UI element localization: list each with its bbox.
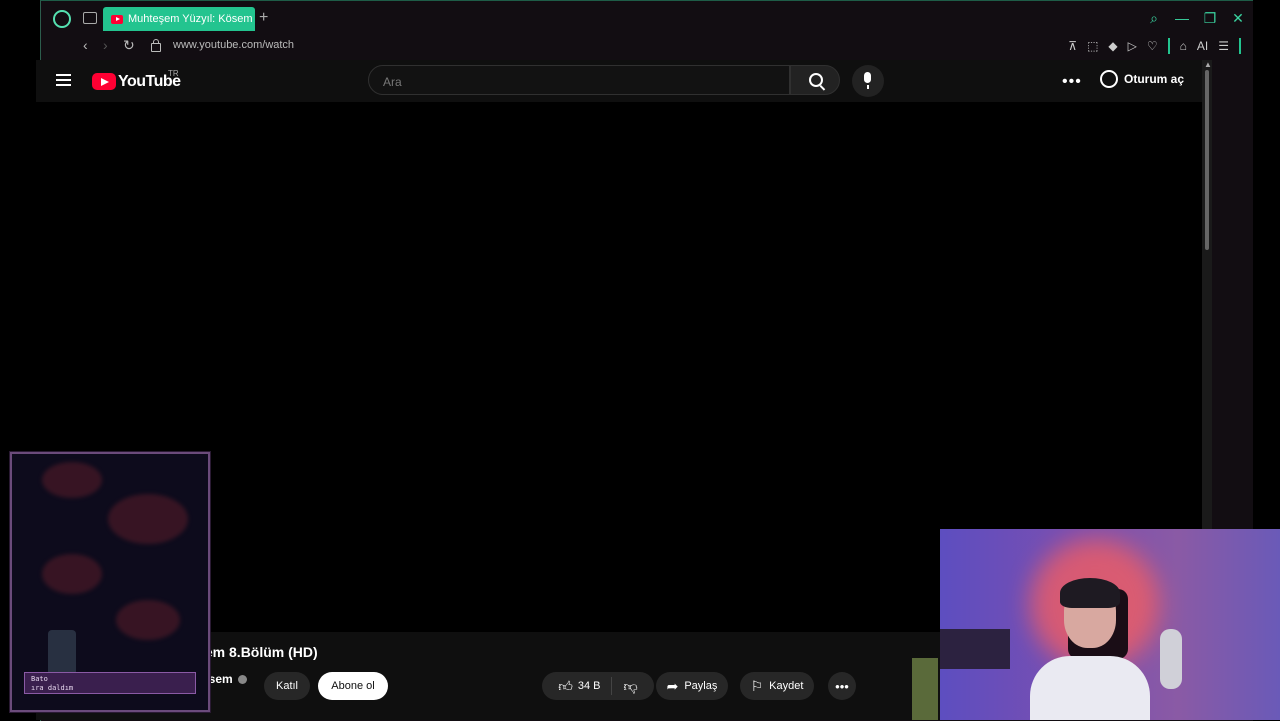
voice-search-button[interactable] [852, 65, 884, 97]
back-icon[interactable]: ‹ [83, 37, 88, 53]
new-tab-button[interactable]: + [259, 9, 268, 27]
tab-youtube[interactable]: Muhteşem Yüzyıl: Kösem 8 [103, 7, 255, 31]
ai-icon[interactable]: AI [1197, 39, 1208, 53]
shield-icon[interactable]: ◆ [1108, 39, 1117, 53]
streamer [1030, 574, 1150, 720]
search-icon[interactable]: ⌕ [1145, 9, 1163, 27]
dislike-icon[interactable]: 👎︎ [618, 678, 644, 695]
snapshot-icon[interactable]: ⬚ [1087, 39, 1098, 53]
overlay-chat-chip: Bato ıra daldım [24, 672, 196, 694]
address-bar: ‹ › ↻ www.youtube.com/watch ⊼ ⬚ ◆ ▷ ♡ ⌂ … [41, 35, 1253, 57]
url-field[interactable]: www.youtube.com/watch [173, 39, 294, 51]
overlay-flower [108, 494, 188, 544]
reload-icon[interactable]: ↻ [123, 37, 135, 54]
streamer-body [1030, 656, 1150, 720]
save-icon: ⚐ [750, 677, 764, 694]
minimize-icon[interactable]: — [1173, 9, 1191, 27]
tab-manager-icon[interactable] [83, 12, 97, 24]
like-dislike-group: 👍︎ 34 B 👎︎ [542, 672, 654, 700]
youtube-logo-icon[interactable] [92, 73, 116, 90]
close-icon[interactable]: ✕ [1229, 9, 1247, 27]
more-actions-button[interactable]: ••• [828, 672, 856, 700]
mic-icon [864, 72, 871, 89]
search-box[interactable] [368, 65, 790, 95]
extension-toolbar: ⊼ ⬚ ◆ ▷ ♡ ⌂ AI ☰ [1068, 38, 1241, 54]
search-button[interactable] [790, 65, 840, 95]
related-video-thumbnail[interactable] [912, 658, 938, 720]
ai-label: AI [1196, 39, 1209, 53]
country-code: TR [168, 69, 179, 78]
wallet-icon[interactable]: ⌂ [1180, 39, 1187, 53]
overlay-flower [42, 554, 102, 594]
verified-icon [237, 674, 247, 684]
pin-icon[interactable]: ⊼ [1068, 39, 1077, 53]
window-controls: ⌕ — ❐ ✕ [1145, 9, 1247, 27]
lock-icon [151, 39, 161, 52]
microphone [1160, 629, 1182, 689]
stream-overlay-panel: Bato ıra daldım [10, 452, 210, 712]
menu-icon[interactable]: ☰ [1218, 39, 1229, 53]
youtube-masthead: YouTube TR ••• Oturum aç [36, 60, 1202, 102]
save-button[interactable]: ⚐ Kaydet [740, 672, 814, 700]
tab-bar: Muhteşem Yüzyıl: Kösem 8 + ⌕ — ❐ ✕ [41, 1, 1253, 35]
youtube-favicon-icon [111, 14, 123, 24]
scroll-up-icon[interactable]: ▲ [1204, 60, 1212, 69]
overlay-flower [42, 462, 102, 498]
user-icon [1100, 70, 1118, 88]
forward-icon[interactable]: › [103, 37, 108, 53]
like-button[interactable]: 👍︎ 34 B [552, 677, 612, 695]
join-label: Katıl [275, 680, 298, 692]
signin-button[interactable]: Oturum aç [1100, 70, 1184, 88]
tab-title: Muhteşem Yüzyıl: Kösem 8 [128, 13, 255, 25]
scrollbar-thumb[interactable] [1205, 70, 1209, 250]
search-icon [809, 73, 823, 87]
like-count: 34 B [577, 680, 601, 692]
share-button[interactable]: ➦ Paylaş [656, 672, 728, 700]
overlay-flower [116, 600, 180, 640]
subscribe-label: Abone ol [331, 680, 375, 692]
play-icon[interactable]: ▷ [1128, 39, 1137, 53]
overlay-chip-line1: Bato [31, 675, 48, 683]
subscribe-button[interactable]: Abone ol [318, 672, 388, 700]
heart-icon[interactable]: ♡ [1147, 39, 1158, 53]
opera-icon[interactable] [53, 10, 71, 28]
search-input[interactable] [381, 74, 765, 90]
streamer-hair [1060, 578, 1120, 608]
webcam-overlay [940, 529, 1280, 720]
signin-label: Oturum aç [1124, 72, 1185, 86]
join-button[interactable]: Katıl [264, 672, 310, 700]
share-icon: ➦ [666, 677, 679, 694]
toolbar-divider [1239, 38, 1241, 54]
overlay-chip-line2: ıra daldım [31, 684, 74, 692]
guide-menu-icon[interactable] [56, 74, 71, 86]
like-icon: 👍︎ [558, 677, 573, 694]
save-label: Kaydet [769, 680, 804, 692]
settings-more-button[interactable]: ••• [1062, 73, 1082, 91]
toolbar-divider [1167, 38, 1170, 54]
share-label: Paylaş [684, 680, 718, 692]
webcam-shelf [940, 629, 1010, 669]
maximize-icon[interactable]: ❐ [1201, 9, 1219, 27]
